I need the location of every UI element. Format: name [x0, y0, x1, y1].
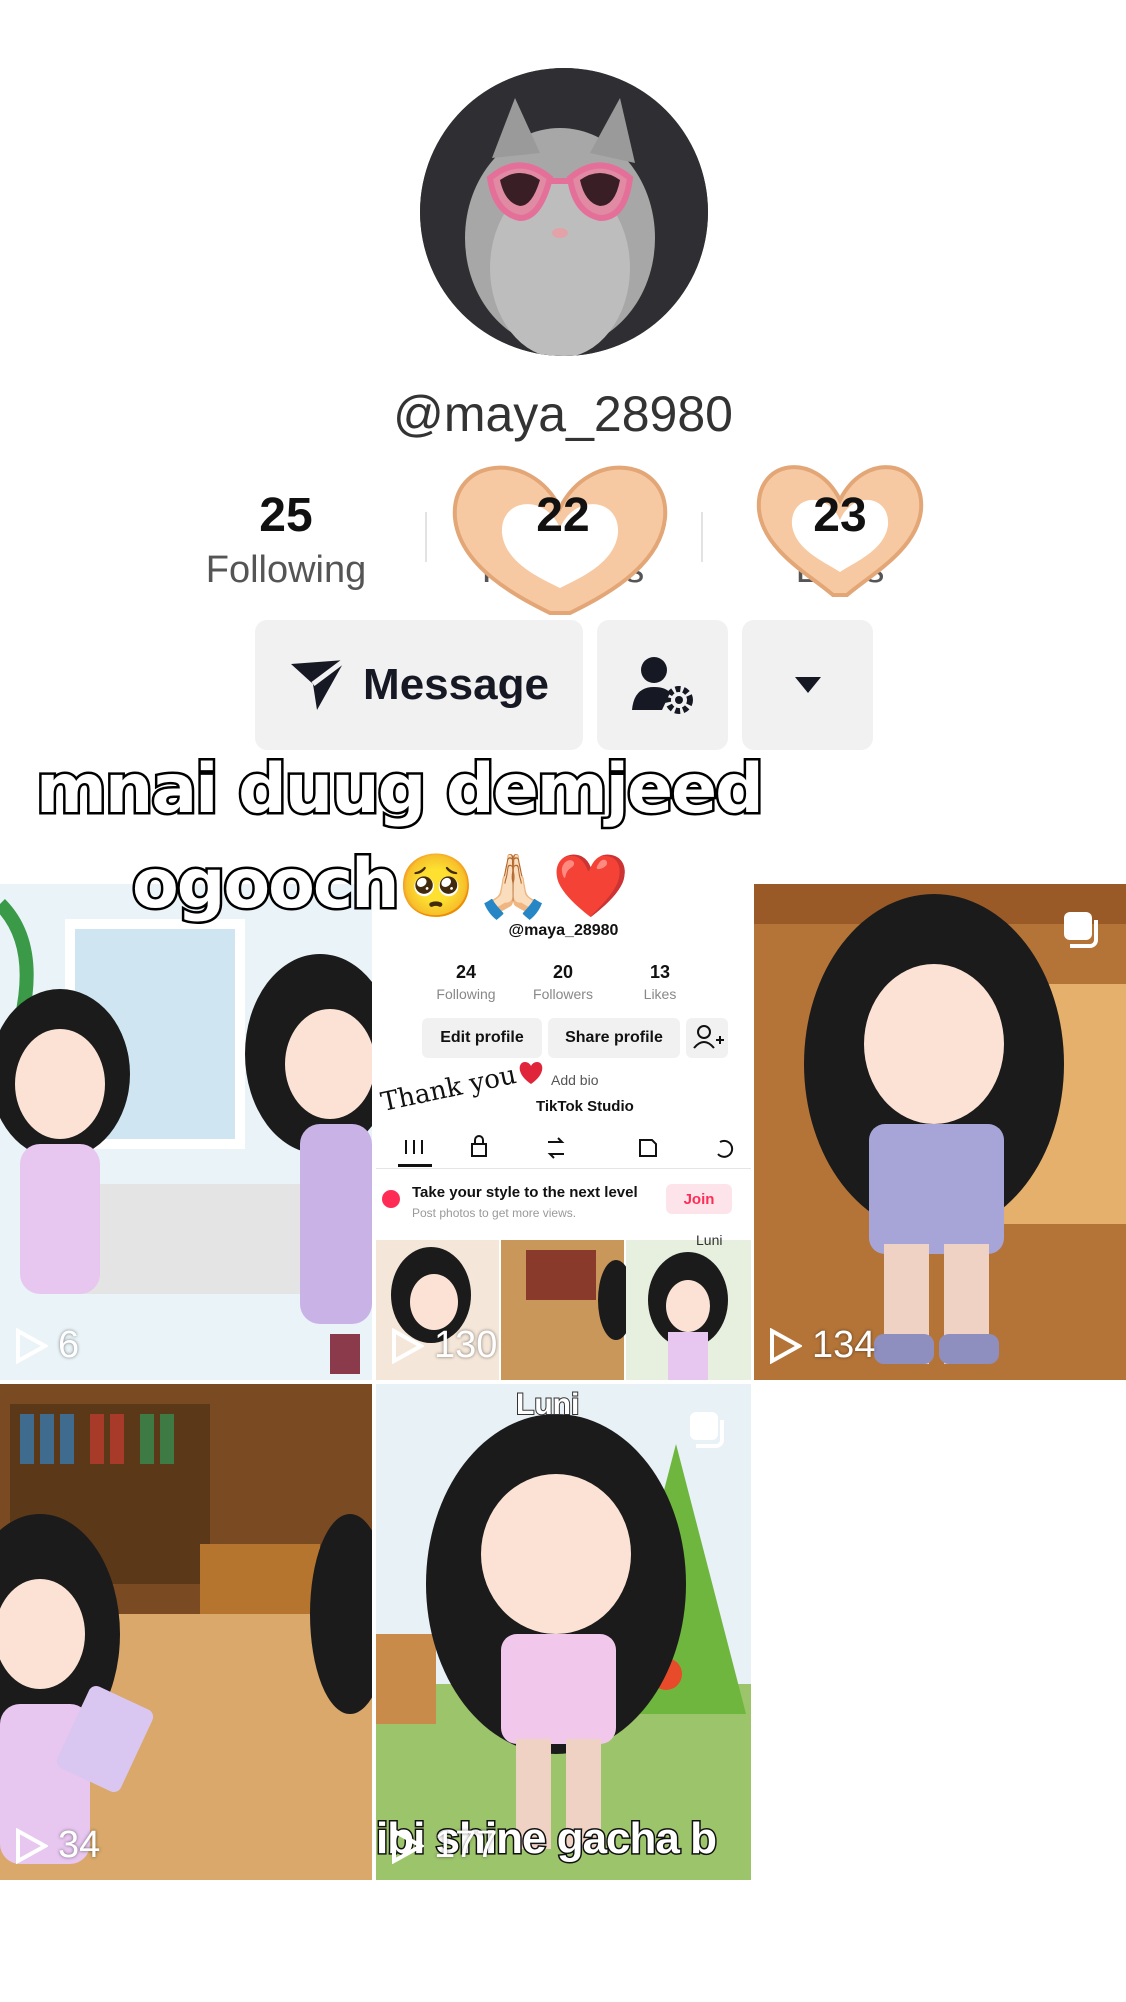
mini-promo-title: Take your style to the next level: [412, 1184, 638, 1201]
video-tile-1[interactable]: 6: [0, 884, 372, 1380]
mini-likes-label: Likes: [643, 986, 677, 1002]
following-count: 25: [259, 489, 313, 542]
mini-following-label: Following: [436, 986, 496, 1002]
video-tile-3[interactable]: 134: [754, 884, 1126, 1380]
message-label: Message: [363, 660, 549, 709]
mini-following-count: 24: [455, 962, 477, 982]
view-count: 177: [390, 1824, 497, 1867]
mini-tab-bar: [376, 1128, 751, 1169]
mini-add-friend-button: [686, 1018, 728, 1058]
follow-settings-button[interactable]: [597, 620, 728, 750]
more-options-button[interactable]: [742, 620, 873, 750]
video-overlay-text-top: Luni: [515, 1387, 580, 1422]
mini-edit-profile-button: Edit profile: [422, 1018, 542, 1058]
profile-avatar[interactable]: [420, 68, 708, 356]
view-count-value: 177: [434, 1824, 498, 1866]
caption-line-2: ogooch: [130, 843, 403, 927]
view-count-value: 134: [812, 1324, 876, 1366]
mini-promo-icon: [382, 1190, 400, 1208]
likes-count-overlay: 23: [813, 489, 867, 542]
play-outline-icon: [770, 1327, 802, 1364]
mini-followers-count: 20: [552, 962, 574, 982]
mini-likes-count: 13: [649, 962, 671, 982]
caption-emojis: 🥺🙏🏻❤️: [397, 849, 630, 922]
mini-promo-banner: Take your style to the next level Post p…: [376, 1176, 751, 1236]
view-count-value: 130: [434, 1324, 498, 1366]
mini-thank-you-text: Thank you: [378, 1060, 520, 1118]
mini-heart-icon: [516, 1060, 546, 1091]
view-count-value: 34: [58, 1824, 101, 1866]
play-outline-icon: [16, 1327, 48, 1364]
video-thumbnail: [754, 884, 1126, 1380]
video-thumbnail: [0, 884, 372, 1380]
multi-photo-icon: [1064, 912, 1098, 948]
caret-down-icon: [794, 677, 821, 693]
following-label: Following: [205, 549, 367, 591]
profile-username: @maya_28980: [393, 386, 733, 442]
mini-promo-subtitle: Post photos to get more views.: [412, 1206, 577, 1220]
user-settings-icon: [631, 657, 693, 714]
mini-username: @maya_28980: [508, 922, 619, 939]
view-count: 130: [390, 1324, 497, 1367]
video-tile-2[interactable]: @maya_28980 24 Following 20 Followers 13…: [376, 884, 751, 1380]
video-thumbnail: [376, 1384, 751, 1880]
mini-add-bio: Add bio: [551, 1072, 599, 1088]
caption-line-1: mnai duug demjeed: [34, 748, 767, 832]
mini-tile-text: Luni: [696, 1232, 723, 1248]
video-tile-5[interactable]: Luni ibi shine gacha b 177: [376, 1384, 751, 1880]
add-user-icon: [693, 1025, 724, 1049]
video-tile-4[interactable]: 34: [0, 1384, 372, 1880]
view-count-value: 6: [58, 1324, 80, 1366]
stat-divider: [425, 512, 427, 562]
mini-share-profile-button: Share profile: [548, 1018, 680, 1058]
followers-count-overlay: 22: [536, 489, 590, 542]
play-outline-icon: [16, 1827, 48, 1864]
view-count: 134: [768, 1324, 875, 1367]
mini-tab-icons: [398, 1135, 734, 1167]
view-count: 34: [14, 1824, 100, 1867]
cat-avatar-image: [420, 68, 708, 356]
stat-following[interactable]: 25 Following: [176, 488, 396, 592]
send-icon: [291, 658, 347, 710]
video-thumbnail: [0, 1384, 372, 1880]
caption-line-2-wrap: ogooch🥺🙏🏻❤️: [130, 843, 630, 927]
multi-photo-icon: [690, 1412, 724, 1448]
stat-divider: [701, 512, 703, 562]
message-button[interactable]: Message: [255, 620, 583, 750]
view-count: 6: [14, 1324, 79, 1367]
play-outline-icon: [392, 1327, 424, 1364]
mini-promo-join: Join: [666, 1184, 732, 1214]
mini-tiktok-studio: TikTok Studio: [536, 1098, 634, 1115]
play-outline-icon: [392, 1827, 424, 1864]
mini-followers-label: Followers: [533, 986, 593, 1002]
